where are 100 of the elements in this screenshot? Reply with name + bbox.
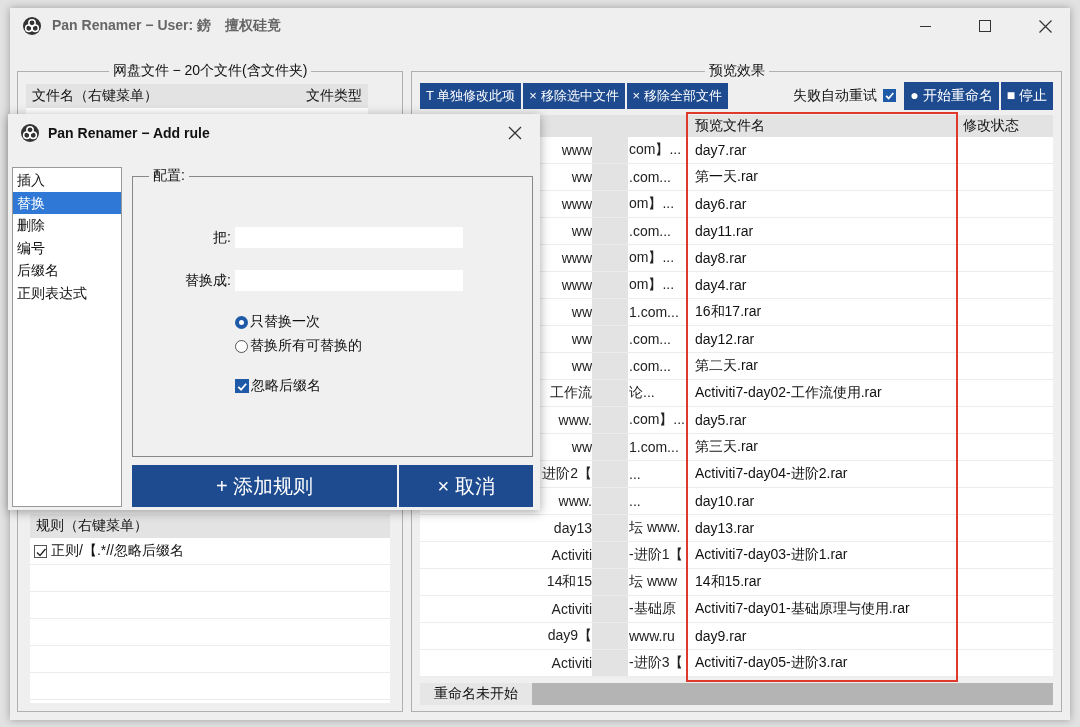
file-name-fragment: www. <box>557 412 592 428</box>
table-cell-text: 14和15.rar <box>694 573 763 591</box>
close-icon <box>507 125 523 141</box>
file-name-fragment: om】... <box>628 249 675 267</box>
file-name-fragment: -基础原 <box>628 600 676 618</box>
table-cell-text: 第一天.rar <box>694 168 759 186</box>
maximize-icon <box>979 20 991 32</box>
file-name-fragment: 14和15 <box>545 573 592 591</box>
file-name-fragment: om】... <box>628 195 675 213</box>
rule-label[interactable]: 正则/【.*//忽略后缀名 <box>51 542 184 560</box>
file-name-fragment: .com... <box>628 169 671 185</box>
cancel-button[interactable]: × 取消 <box>399 465 533 507</box>
table-cell-text: day12.rar <box>694 331 756 347</box>
table-cell-text: day6.rar <box>694 196 748 212</box>
table-cell-text: day11.rar <box>694 223 755 239</box>
file-name-fragment: www. <box>557 493 592 509</box>
field-label: 把: <box>212 228 232 247</box>
table-cell-text: Activiti7-day03-进阶1.rar <box>694 546 849 564</box>
file-name-fragment: 进阶2【 <box>541 465 592 483</box>
radio-button[interactable] <box>235 339 248 353</box>
checkbox[interactable] <box>34 544 47 558</box>
file-name-fragment: om】... <box>628 276 675 294</box>
table-cell-text: day13.rar <box>694 520 756 536</box>
rule-type-item[interactable]: 编号 <box>13 236 121 259</box>
toolbar-button[interactable]: T 单独修改此项 <box>420 82 522 109</box>
file-name-fragment: ww <box>570 223 592 239</box>
table-cell-text: day10.rar <box>694 493 756 509</box>
action-button[interactable]: ● 开始重命名 <box>904 81 999 110</box>
file-name-fragment: -进阶1【 <box>628 546 684 564</box>
table-cell-text: day9.rar <box>694 628 748 644</box>
close-icon <box>1038 19 1052 33</box>
file-name-fragment: Activiti <box>550 547 592 563</box>
rule-type-item[interactable]: 正则表达式 <box>13 281 121 304</box>
table-cell-text: day7.rar <box>694 142 748 158</box>
file-name-fragment: ww <box>570 358 592 374</box>
app-logo-icon <box>22 16 42 36</box>
rule-type-item[interactable]: 替换 <box>13 191 121 214</box>
file-name-fragment: ... <box>628 466 641 482</box>
column-header[interactable]: 文件类型 <box>300 87 368 105</box>
checkbox-label: 失败自动重试 <box>793 86 878 105</box>
table-cell-text: 第二天.rar <box>694 357 759 375</box>
table-cell-text: 第三天.rar <box>694 438 759 456</box>
file-name-fragment: day9【 <box>546 627 592 645</box>
file-name-fragment: www <box>560 277 592 293</box>
file-name-fragment: 工作流 <box>549 384 592 402</box>
rule-type-item[interactable]: 后缀名 <box>13 259 121 282</box>
file-name-fragment: 1.com... <box>628 304 679 320</box>
radio-option[interactable]: 只替换一次 <box>235 313 524 331</box>
file-name-fragment: Activiti <box>550 655 592 671</box>
checkbox[interactable] <box>235 379 249 393</box>
rule-type-item[interactable]: 删除 <box>13 214 121 237</box>
dialog-title: Pan Renamer − Add rule <box>48 125 211 141</box>
file-name-fragment: www <box>560 142 592 158</box>
file-name-fragment: .com... <box>628 358 671 374</box>
rule-type-item[interactable]: 插入 <box>13 169 121 192</box>
table-cell-text: Activiti7-day05-进阶3.rar <box>694 654 849 672</box>
table-cell-text: day4.rar <box>694 277 748 293</box>
file-name-fragment: day13 <box>552 520 592 536</box>
column-header[interactable]: 预览文件名 <box>687 117 955 135</box>
table-cell-text: day5.rar <box>694 412 748 428</box>
table-cell-text: Activiti7-day02-工作流使用.rar <box>694 384 883 402</box>
file-name-fragment: ww <box>570 304 592 320</box>
file-name-fragment: .com】... <box>628 411 685 429</box>
file-name-fragment: ww <box>570 169 592 185</box>
action-button[interactable]: ■ 停止 <box>1000 81 1053 110</box>
file-name-fragment: Activiti <box>550 601 592 617</box>
file-name-fragment: ww <box>570 331 592 347</box>
window-title: Pan Renamer − User: 鎊 擅权硅竟 <box>52 17 283 35</box>
file-name-fragment: 论... <box>628 384 655 402</box>
column-header[interactable]: 修改状态 <box>955 117 1053 135</box>
minimize-icon <box>919 25 931 27</box>
column-header[interactable]: 文件名（右键菜单） <box>26 87 300 105</box>
table-cell-text: day8.rar <box>694 250 748 266</box>
add-rule-button[interactable]: + 添加规则 <box>132 465 397 507</box>
file-name-fragment: ... <box>628 493 641 509</box>
app-logo-icon <box>20 123 40 143</box>
status-text: 重命名未开始 <box>433 685 519 703</box>
toolbar-button[interactable]: × 移除全部文件 <box>626 82 728 109</box>
file-name-fragment: 坛 www <box>628 573 678 591</box>
file-name-fragment: -进阶3【 <box>628 654 684 672</box>
file-name-fragment: ww <box>570 439 592 455</box>
radio-button[interactable] <box>235 315 248 329</box>
checkbox-label[interactable]: 忽略后缀名 <box>251 377 321 395</box>
panel-title: 网盘文件 − 20个文件(含文件夹) <box>111 62 309 80</box>
file-name-fragment: 1.com... <box>628 439 679 455</box>
file-name-fragment: com】... <box>628 141 682 159</box>
file-name-fragment: .com... <box>628 223 671 239</box>
file-name-fragment: www.ru <box>628 628 675 644</box>
panel-title: 预览效果 <box>707 62 766 80</box>
table-cell-text: Activiti7-day01-基础原理与使用.rar <box>694 600 911 618</box>
file-name-fragment: 坛 www. <box>628 519 681 537</box>
table-cell-text: Activiti7-day04-进阶2.rar <box>694 465 849 483</box>
file-name-fragment: www <box>560 196 592 212</box>
group-title: 配置: <box>152 167 186 185</box>
retry-checkbox[interactable] <box>883 89 897 102</box>
table-cell-text: 16和17.rar <box>694 303 763 321</box>
toolbar-button[interactable]: × 移除选中文件 <box>523 82 625 109</box>
file-name-fragment: www <box>560 250 592 266</box>
radio-option[interactable]: 替换所有可替换的 <box>235 337 524 355</box>
file-name-fragment: .com... <box>628 331 671 347</box>
